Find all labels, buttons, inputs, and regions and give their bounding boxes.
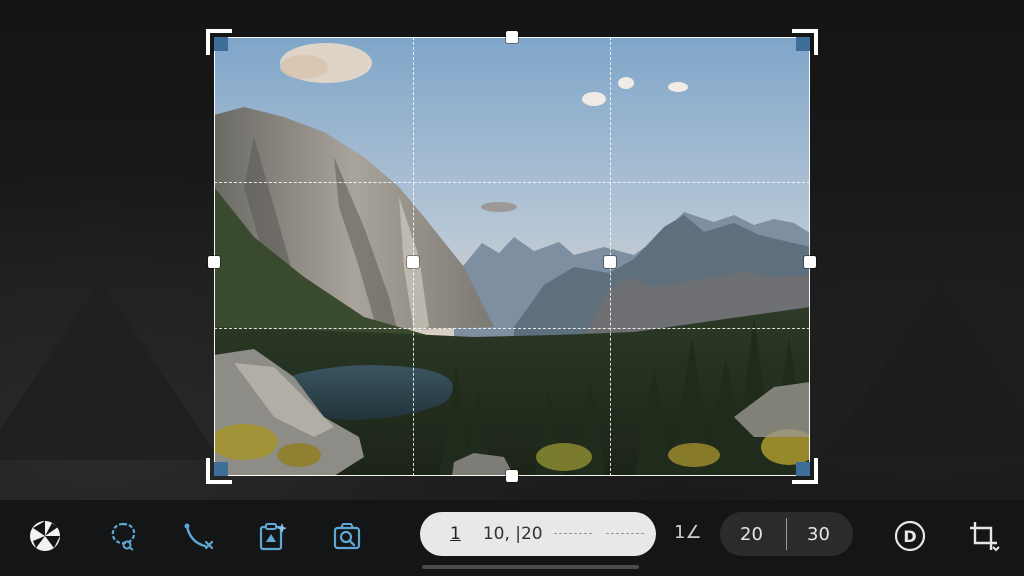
dimensions-pill[interactable]: 20 30 [720,512,853,556]
svg-text:D: D [903,527,916,546]
path-cut-icon [184,523,214,550]
aperture-button[interactable] [25,516,65,556]
lasso-icon [111,522,136,551]
aperture-icon [30,521,60,551]
d-circle-button[interactable]: D [890,516,930,556]
auto-enhance-button[interactable] [252,516,292,556]
image-search-button[interactable] [327,516,367,556]
home-indicator [422,565,639,569]
grid-intersection-handle[interactable] [604,256,616,268]
position-pill[interactable]: 1 10, |20 [420,512,656,556]
crop-edge-handle-left[interactable] [208,256,220,268]
crop-rotate-button[interactable] [964,516,1004,556]
crop-corner-handle-bottom-right[interactable] [792,458,818,484]
height-value[interactable]: 30 [807,524,830,545]
grid-line-horizontal [214,328,810,329]
d-circle-icon: D [894,520,926,552]
crop-area[interactable] [206,29,818,484]
grid-intersection-handle[interactable] [407,256,419,268]
dashed-divider [606,533,644,534]
crop-edge-handle-bottom[interactable] [506,470,518,482]
grid-line-horizontal [214,182,810,183]
landscape-photo [214,37,810,476]
background-shape [0,280,220,460]
width-value[interactable]: 20 [740,524,763,545]
crop-corner-handle-top-right[interactable] [792,29,818,55]
path-cut-button[interactable] [178,516,218,556]
aspect-ratio-label[interactable]: 1∠ [674,522,702,543]
clipboard-sparkle-icon [259,523,287,551]
crop-rotate-icon [970,522,1000,552]
dashed-divider [554,533,592,534]
crop-edge-handle-top[interactable] [506,31,518,43]
dimensions-divider [786,518,787,550]
crop-corner-handle-top-left[interactable] [206,29,232,55]
lasso-select-button[interactable] [103,516,143,556]
position-value: 10, |20 [482,524,543,544]
crop-corner-handle-bottom-left[interactable] [206,458,232,484]
crop-edge-handle-right[interactable] [804,256,816,268]
position-index: 1 [450,524,461,544]
image-search-icon [333,523,361,550]
background-shape [820,280,1024,460]
